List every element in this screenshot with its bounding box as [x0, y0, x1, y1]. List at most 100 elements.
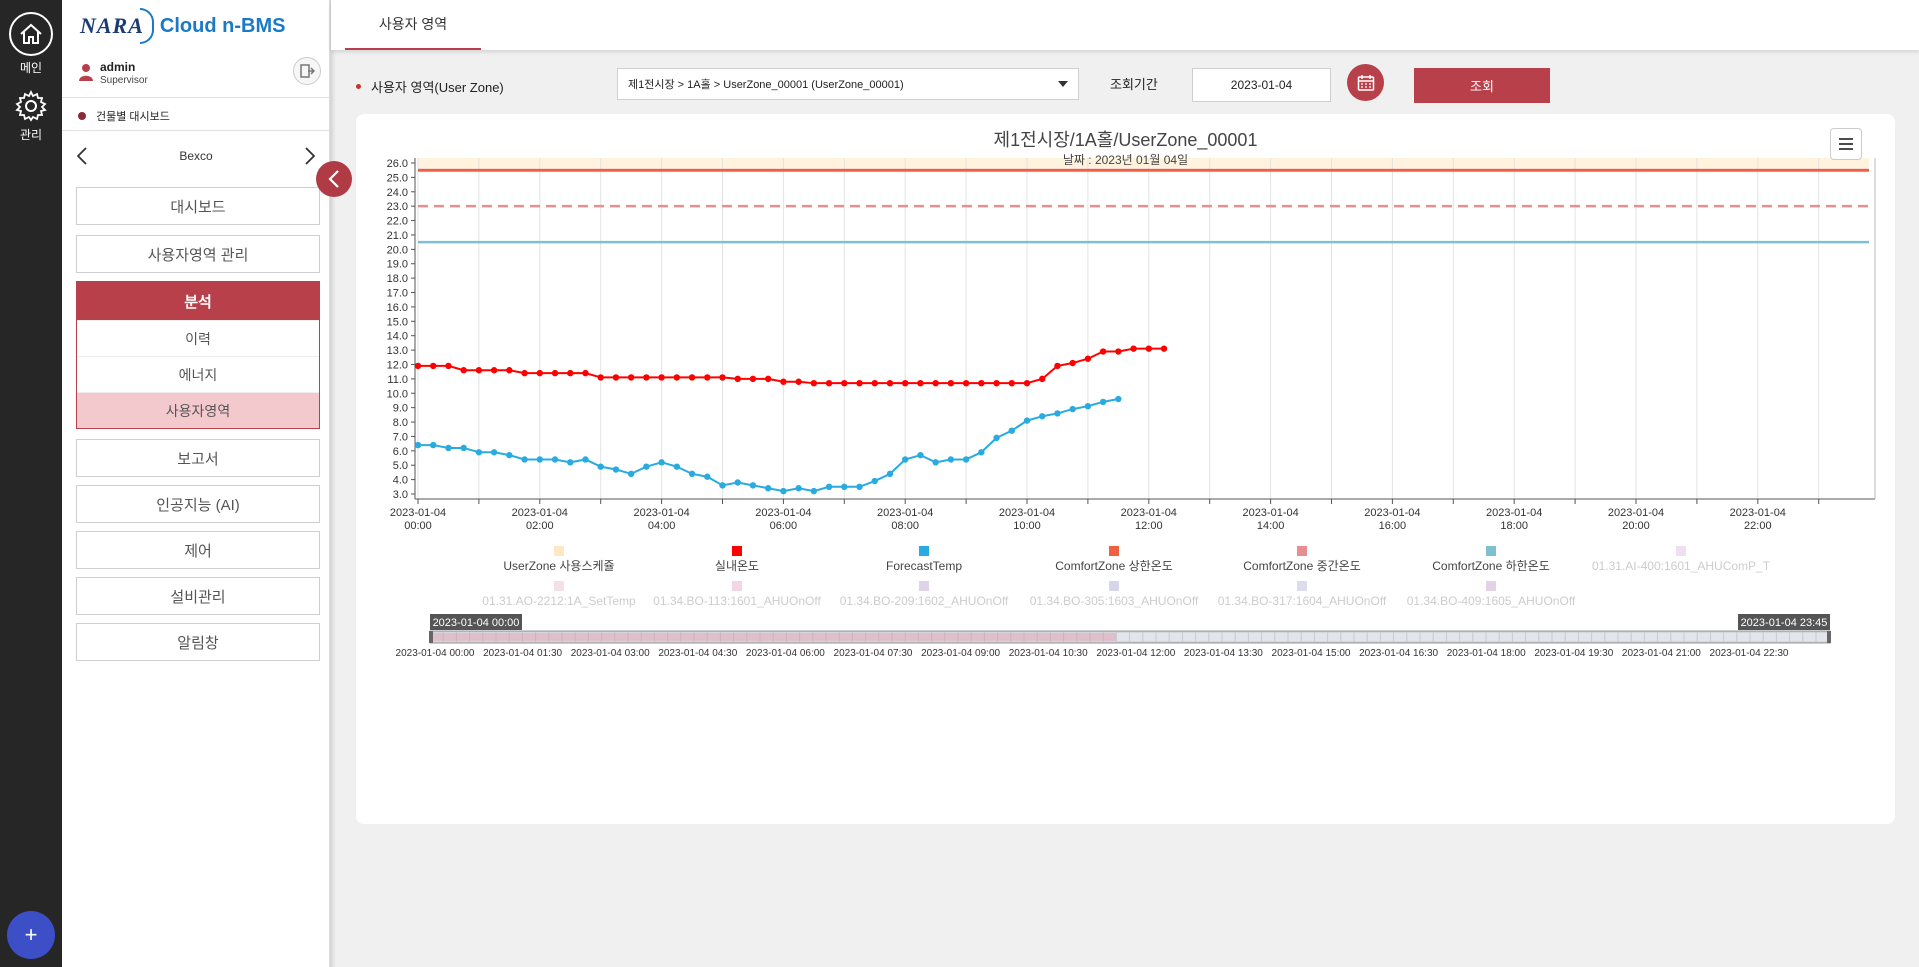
- period-label: 조회기간: [1110, 77, 1158, 92]
- forecast-temp-point: [490, 449, 498, 456]
- legend-item[interactable]: ComfortZone 중간온도: [1243, 546, 1361, 573]
- x-tick-label: 2023-01-04: [877, 507, 933, 519]
- bullet-icon: [78, 112, 86, 120]
- building-dashboard-link[interactable]: 건물별 대시보드: [78, 108, 170, 124]
- left-rail: 메인 관리 +: [0, 0, 62, 967]
- legend-swatch: [554, 546, 564, 556]
- navigator-tick-label: 2023-01-04 09:00: [921, 648, 1000, 659]
- forecast-temp-point: [962, 456, 970, 463]
- legend-label: UserZone 사용스케쥴: [503, 559, 614, 573]
- indoor-temp-point: [1130, 345, 1137, 352]
- menu-control[interactable]: 제어: [76, 531, 320, 569]
- tab-bar: 사용자 영역: [331, 0, 1919, 50]
- y-tick-label: 3.0: [393, 489, 408, 501]
- indoor-temp-point: [871, 379, 878, 387]
- site-selector: Bexco: [72, 142, 320, 170]
- menu-alarm[interactable]: 알림창: [76, 623, 320, 661]
- calendar-button[interactable]: [1347, 64, 1384, 101]
- indoor-temp-point: [1160, 345, 1168, 352]
- divider: [62, 97, 330, 98]
- navigator-tick-label: 2023-01-04 13:30: [1184, 648, 1263, 659]
- menu-report[interactable]: 보고서: [76, 439, 320, 477]
- indoor-temp-point: [445, 362, 452, 370]
- navigator-tick-label: 2023-01-04 07:30: [834, 648, 913, 659]
- forecast-temp-point: [445, 444, 452, 452]
- site-prev-button[interactable]: [72, 142, 92, 170]
- navigator-tick-label: 2023-01-04 19:30: [1534, 648, 1613, 659]
- zone-select[interactable]: 제1전시장 > 1A홀 > UserZone_00001 (UserZone_0…: [617, 68, 1079, 100]
- collapse-sidebar-button[interactable]: [316, 161, 352, 197]
- menu-energy[interactable]: 에너지: [77, 356, 319, 392]
- legend-swatch: [919, 581, 929, 591]
- legend-item[interactable]: 01.34.BO-305:1603_AHUOnOff: [1030, 581, 1199, 608]
- navigator-window: [429, 630, 1831, 644]
- navigator-tick-label: 2023-01-04 00:00: [396, 648, 475, 659]
- legend-label: 01.34.BO-113:1601_AHUOnOff: [653, 594, 821, 608]
- forecast-temp-point: [780, 487, 787, 495]
- y-tick-label: 12.0: [387, 359, 408, 371]
- y-tick-label: 10.0: [387, 388, 408, 400]
- x-tick-label: 14:00: [1257, 520, 1285, 532]
- menu-analysis[interactable]: 분석: [77, 282, 319, 320]
- site-next-button[interactable]: [300, 142, 320, 170]
- legend-item[interactable]: 01.34.BO-113:1601_AHUOnOff: [653, 581, 821, 608]
- logout-button[interactable]: [293, 57, 321, 85]
- legend-swatch: [1486, 581, 1496, 591]
- legend-swatch: [1297, 581, 1307, 591]
- menu-dashboard[interactable]: 대시보드: [76, 187, 320, 225]
- indoor-temp-point: [414, 362, 422, 370]
- x-tick-label: 2023-01-04: [1121, 507, 1177, 519]
- legend-item[interactable]: 실내온도: [715, 546, 759, 573]
- forecast-temp-point: [1008, 427, 1015, 434]
- y-tick-label: 16.0: [387, 302, 408, 314]
- x-tick-label: 20:00: [1622, 520, 1650, 532]
- legend-label: ForecastTemp: [886, 559, 962, 573]
- y-tick-label: 14.0: [387, 331, 408, 343]
- legend-item[interactable]: 01.34.BO-209:1602_AHUOnOff: [840, 581, 1009, 608]
- y-tick-label: 4.0: [393, 475, 408, 487]
- navigator-tick-label: 2023-01-04 16:30: [1359, 648, 1438, 659]
- forecast-temp-point: [1115, 395, 1122, 403]
- calendar-icon: [1357, 74, 1374, 91]
- indoor-temp-point: [978, 379, 985, 387]
- chart-menu-button[interactable]: [1830, 128, 1862, 160]
- legend-item[interactable]: ComfortZone 상한온도: [1055, 546, 1173, 573]
- legend-item[interactable]: 01.34.BO-317:1604_AHUOnOff: [1218, 581, 1387, 608]
- menu-equipment[interactable]: 설비관리: [76, 577, 320, 615]
- indoor-temp-point: [475, 367, 483, 374]
- navigator-tick-label: 2023-01-04 06:00: [746, 648, 825, 659]
- legend-item[interactable]: ForecastTemp: [886, 546, 962, 573]
- legend-item[interactable]: 01.31.AI-400:1601_AHUComP_T: [1592, 546, 1771, 573]
- forecast-temp-point: [1023, 417, 1031, 424]
- add-button[interactable]: +: [7, 911, 55, 959]
- query-button[interactable]: 조회: [1414, 68, 1550, 103]
- indoor-temp-point: [1099, 348, 1107, 355]
- y-tick-label: 17.0: [387, 288, 408, 300]
- x-tick-label: 22:00: [1744, 520, 1772, 532]
- menu-userzone[interactable]: 사용자영역: [77, 392, 319, 428]
- rail-main[interactable]: 메인: [0, 12, 62, 76]
- menu-ai[interactable]: 인공지능 (AI): [76, 485, 320, 523]
- forecast-temp-point: [886, 470, 894, 478]
- legend-item[interactable]: ComfortZone 하한온도: [1432, 546, 1550, 573]
- date-input[interactable]: 2023-01-04: [1192, 68, 1331, 102]
- navigator-tick-label: 2023-01-04 22:30: [1710, 648, 1789, 659]
- indoor-temp-point: [947, 379, 955, 387]
- legend-item[interactable]: 01.31.AO-2212:1A_SetTemp: [482, 581, 636, 608]
- menu-history[interactable]: 이력: [77, 320, 319, 356]
- x-tick-label: 10:00: [1013, 520, 1041, 532]
- forecast-temp-point: [1069, 405, 1076, 413]
- legend-item[interactable]: 01.34.BO-409:1605_AHUOnOff: [1407, 581, 1576, 608]
- forecast-temp-point: [658, 459, 665, 466]
- legend-label: ComfortZone 중간온도: [1243, 559, 1361, 573]
- indoor-temp-point: [841, 379, 848, 387]
- menu-userzone-management[interactable]: 사용자영역 관리: [76, 235, 320, 273]
- forecast-temp-point: [856, 483, 863, 491]
- legend-swatch: [1109, 546, 1119, 556]
- tab-userzone[interactable]: 사용자 영역: [345, 0, 481, 50]
- forecast-temp-point: [536, 456, 543, 463]
- user-icon: [79, 64, 93, 81]
- forecast-temp-point: [1084, 403, 1092, 410]
- rail-admin[interactable]: 관리: [0, 84, 62, 143]
- legend-item[interactable]: UserZone 사용스케쥴: [503, 546, 615, 573]
